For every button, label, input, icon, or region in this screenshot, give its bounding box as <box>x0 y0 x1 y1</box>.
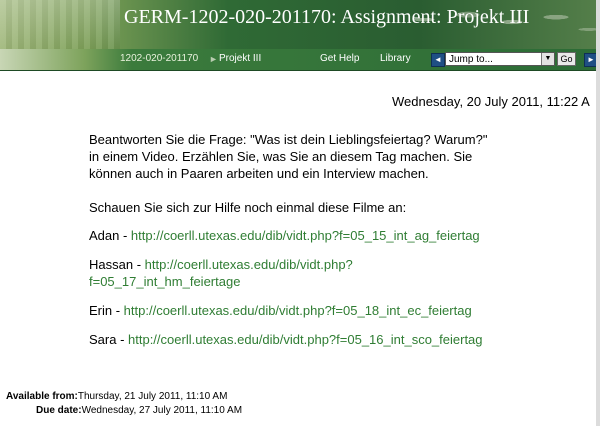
navigation-bar: 1202-020-201170 ► Projekt III Get Help L… <box>0 49 600 71</box>
film-link[interactable]: http://coerll.utexas.edu/dib/vidt.php?f=… <box>128 332 483 347</box>
film-link-continuation[interactable]: f=05_17_int_hm_feiertage <box>89 274 240 289</box>
breadcrumb-current: Projekt III <box>219 53 262 64</box>
film-name: Hassan - <box>89 257 145 272</box>
current-date: Wednesday, 20 July 2011, 11:22 A <box>392 94 590 109</box>
available-from-label: Available from: <box>6 391 78 402</box>
films-intro: Schauen Sie sich zur Hilfe noch einmal d… <box>89 200 407 215</box>
due-date-label: Due date: <box>36 405 82 416</box>
jump-to-label: Jump to... <box>449 54 493 65</box>
film-item-erin: Erin - http://coerll.utexas.edu/dib/vidt… <box>89 302 529 319</box>
film-name: Adan - <box>89 228 131 243</box>
site-banner: GERM-1202-020-201170: Assignment: Projek… <box>0 0 600 49</box>
library-link[interactable]: Library <box>380 53 411 64</box>
film-link[interactable]: http://coerll.utexas.edu/dib/vidt.php?f=… <box>131 228 480 243</box>
window-edge <box>596 0 600 426</box>
description-line: können auch in Paaren arbeiten und ein I… <box>89 166 429 181</box>
due-date-value: Wednesday, 27 July 2011, 11:10 AM <box>81 405 243 416</box>
go-button[interactable]: Go <box>557 52 576 66</box>
description-line: Beantworten Sie die Frage: "Was ist dein… <box>89 132 488 147</box>
film-name: Sara - <box>89 332 129 347</box>
banner-photo-left <box>0 0 120 49</box>
description-line: in einem Video. Erzählen Sie, was Sie an… <box>89 149 473 164</box>
jump-to-select[interactable]: Jump to... ▼ <box>445 52 555 66</box>
assignment-description: Beantworten Sie die Frage: "Was ist dein… <box>89 131 529 182</box>
get-help-link[interactable]: Get Help <box>320 53 359 64</box>
film-item-sara: Sara - http://coerll.utexas.edu/dib/vidt… <box>89 331 529 348</box>
film-link[interactable]: http://coerll.utexas.edu/dib/vidt.php?f=… <box>124 303 472 318</box>
chevron-down-icon[interactable]: ▼ <box>541 53 554 65</box>
previous-activity-arrow-icon[interactable]: ◄ <box>431 53 445 67</box>
due-date: Due date:Wednesday, 27 July 2011, 11:10 … <box>36 405 242 416</box>
breadcrumb-separator-icon: ► <box>209 54 218 64</box>
available-from-value: Thursday, 21 July 2011, 11:10 AM <box>77 391 228 402</box>
film-item-hassan: Hassan - http://coerll.utexas.edu/dib/vi… <box>89 256 529 290</box>
film-name: Erin - <box>89 303 124 318</box>
available-from: Available from:Thursday, 21 July 2011, 1… <box>6 391 227 402</box>
film-link[interactable]: http://coerll.utexas.edu/dib/vidt.php? <box>145 257 353 272</box>
film-item-adan: Adan - http://coerll.utexas.edu/dib/vidt… <box>89 227 529 244</box>
page-title: GERM-1202-020-201170: Assignment: Projek… <box>124 6 530 28</box>
breadcrumb-course-link[interactable]: 1202-020-201170 <box>120 53 198 64</box>
